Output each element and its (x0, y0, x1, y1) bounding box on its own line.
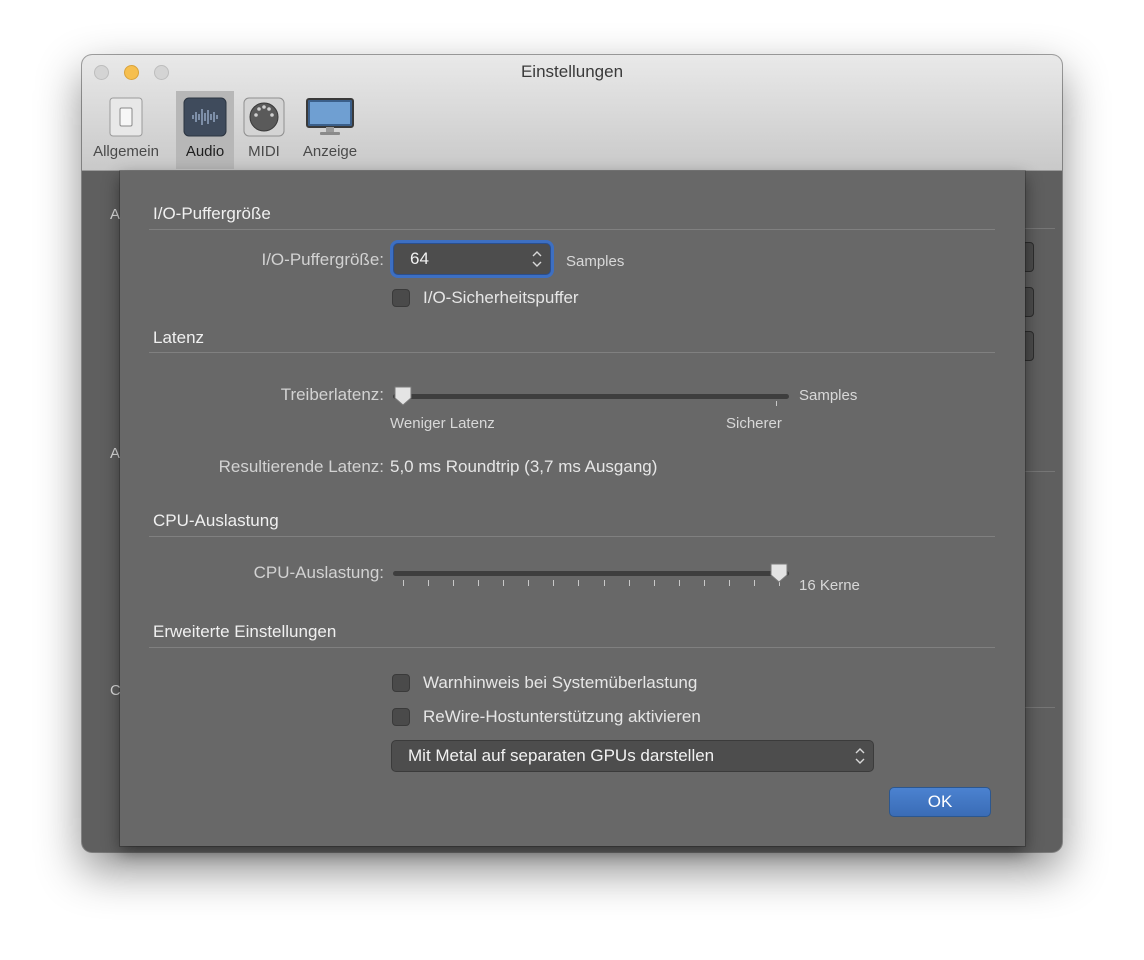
metal-gpu-popup-value: Mit Metal auf separaten GPUs darstellen (408, 746, 715, 765)
tab-audio-label: Audio (185, 143, 225, 160)
cpu-load-track (393, 571, 789, 576)
background-divider (1025, 707, 1055, 708)
latency-section-title: Latenz (153, 328, 205, 347)
up-down-arrows-icon (530, 244, 544, 274)
io-buffer-label: I/O-Puffergröße: (261, 250, 384, 269)
switch-icon (109, 97, 143, 142)
io-buffer-size-popup[interactable]: 64 (393, 243, 551, 275)
ok-button[interactable]: OK (889, 787, 991, 817)
cpu-load-tick (428, 580, 429, 586)
io-buffer-size-value: 64 (410, 249, 429, 268)
tab-anzeige[interactable]: Anzeige (294, 91, 366, 169)
metal-gpu-popup[interactable]: Mit Metal auf separaten GPUs darstellen (391, 740, 874, 772)
cpu-load-tick (503, 580, 504, 586)
cpu-load-tick (553, 580, 554, 586)
cpu-load-tick (453, 580, 454, 586)
latency-max-label: Sicherer (726, 415, 782, 432)
cpu-load-tick (578, 580, 579, 586)
overload-warning-label: Warnhinweis bei Systemüberlastung (423, 673, 698, 692)
driver-latency-slider-knob[interactable] (393, 385, 413, 412)
resulting-latency-label: Resultierende Latenz: (218, 457, 384, 476)
cpu-load-tick (679, 580, 680, 586)
latency-min-label: Weniger Latenz (390, 415, 495, 432)
cpu-load-tick (704, 580, 705, 586)
cpu-section-title: CPU-Auslastung (153, 511, 279, 530)
cpu-load-tick (403, 580, 404, 586)
driver-latency-end-tick (776, 401, 777, 406)
tab-anzeige-label: Anzeige (302, 143, 358, 160)
driver-latency-track (393, 394, 789, 399)
cpu-load-tick (528, 580, 529, 586)
background-section-letter: A (110, 206, 121, 223)
cpu-load-tick (478, 580, 479, 586)
tab-allgemein-label: Allgemein (93, 143, 159, 160)
cpu-load-tick (729, 580, 730, 586)
midi-connector-icon (243, 97, 285, 142)
tab-midi-label: MIDI (248, 143, 280, 160)
window-toolbar: Einstellungen Allgemein Audio MIDI Anzei… (82, 55, 1062, 171)
waveform-icon (183, 97, 227, 142)
section-divider (149, 352, 995, 353)
cpu-load-tick (604, 580, 605, 586)
up-down-arrows-icon (853, 741, 867, 771)
driver-latency-unit: Samples (799, 387, 858, 404)
rewire-host-checkbox[interactable] (392, 708, 410, 726)
tab-allgemein[interactable]: Allgemein (82, 91, 170, 169)
cpu-cores-value: 16 Kerne (799, 577, 860, 594)
audio-settings-sheet: I/O-Puffergröße I/O-Puffergröße: 64 Samp… (120, 171, 1025, 846)
cpu-load-tick (654, 580, 655, 586)
tab-audio[interactable]: Audio (176, 91, 234, 169)
cpu-load-label: CPU-Auslastung: (253, 563, 384, 582)
overload-warning-checkbox[interactable] (392, 674, 410, 692)
io-buffer-unit: Samples (566, 253, 625, 270)
section-divider (149, 536, 995, 537)
background-section-letter: A (110, 445, 121, 462)
rewire-host-label: ReWire-Hostunterstützung aktivieren (423, 707, 701, 726)
background-divider (1025, 228, 1055, 229)
cpu-load-tick (754, 580, 755, 586)
resulting-latency-value: 5,0 ms Roundtrip (3,7 ms Ausgang) (390, 457, 658, 476)
io-safety-buffer-label: I/O-Sicherheitspuffer (423, 288, 579, 307)
window-title: Einstellungen (520, 62, 624, 81)
background-divider (1025, 471, 1055, 472)
display-icon (306, 97, 354, 142)
io-buffer-section-title: I/O-Puffergröße (153, 204, 271, 223)
advanced-section-title: Erweiterte Einstellungen (153, 622, 337, 641)
io-safety-buffer-checkbox[interactable] (392, 289, 410, 307)
section-divider (149, 229, 995, 230)
driver-latency-label: Treiberlatenz: (280, 385, 384, 404)
cpu-load-tick (629, 580, 630, 586)
section-divider (149, 647, 995, 648)
cpu-load-slider-knob[interactable] (769, 562, 789, 589)
tab-midi[interactable]: MIDI (240, 91, 288, 169)
